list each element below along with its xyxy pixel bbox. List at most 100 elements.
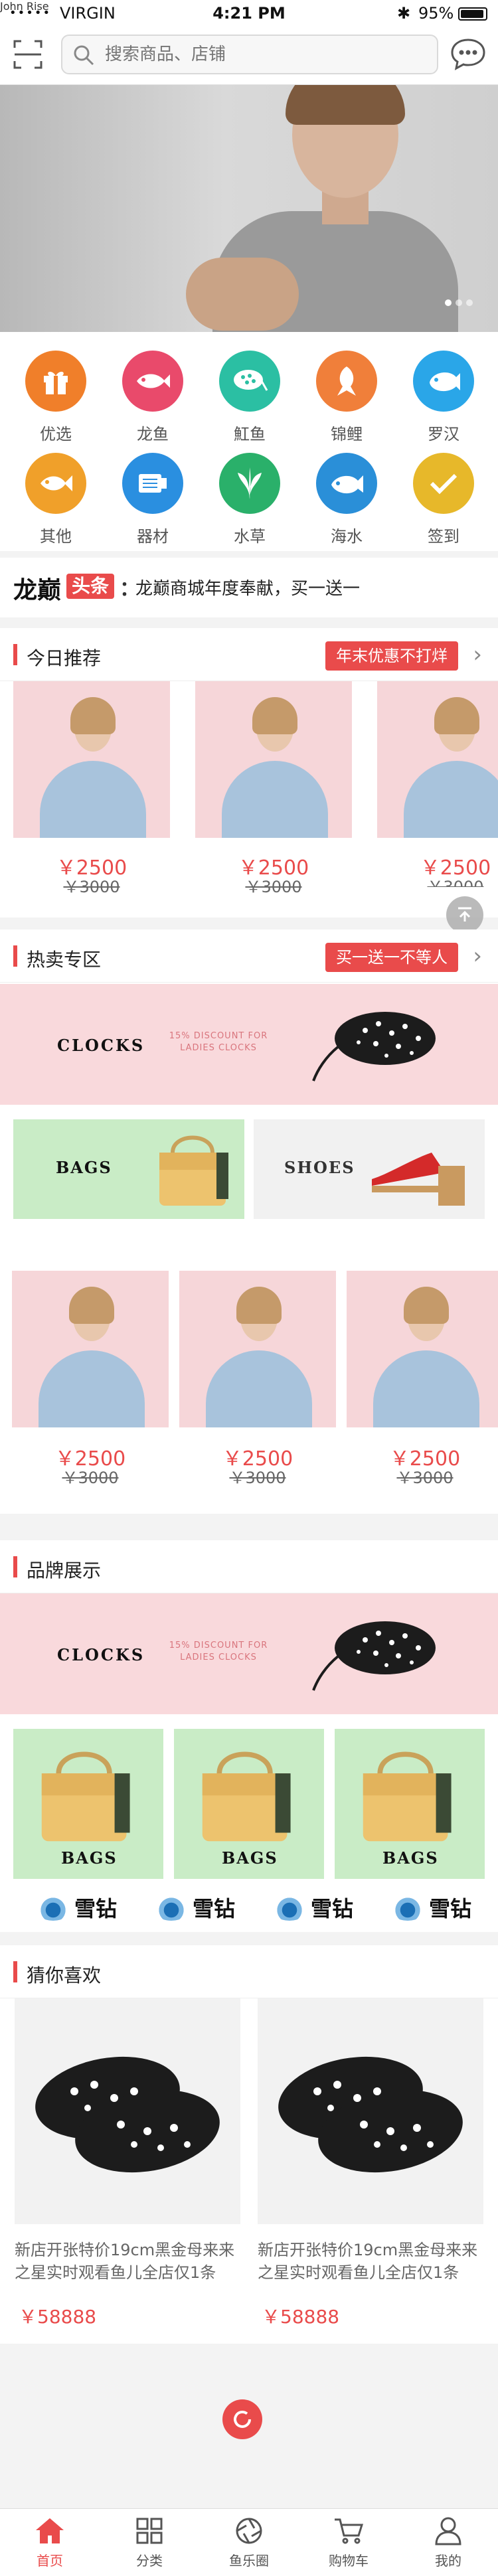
- category-label: 其他: [40, 527, 72, 546]
- clocks-banner[interactable]: CLOCKS 15% DISCOUNT FOR LADIES CLOCKS: [0, 984, 498, 1105]
- clocks-banner[interactable]: CLOCKS 15% DISCOUNT FOR LADIES CLOCKS: [0, 1593, 498, 1714]
- category-item[interactable]: 签到: [404, 453, 483, 552]
- shoes-label: SHOES: [284, 1158, 355, 1177]
- message-icon[interactable]: [450, 37, 486, 72]
- cart-icon: [299, 2514, 398, 2547]
- hero-banner[interactable]: [0, 85, 498, 332]
- handbag-graphic: [363, 1751, 452, 1842]
- carousel-dot[interactable]: [456, 299, 462, 306]
- checkin-icon: [413, 453, 474, 514]
- tab-home[interactable]: 首页: [0, 2514, 100, 2569]
- clocks-label: CLOCKS: [57, 1645, 145, 1664]
- category-item[interactable]: 优选: [16, 351, 96, 450]
- product-original-price: ￥3000: [63, 878, 120, 896]
- tab-label: 分类: [136, 2553, 163, 2569]
- section-title: 今日推荐: [27, 647, 102, 669]
- product-image: [347, 1271, 498, 1427]
- bags-label: BAGS: [61, 1848, 118, 1868]
- product-original-price: ￥3000: [229, 1469, 286, 1487]
- section-header: 热卖专区 买一送一不等人 ›: [0, 929, 498, 983]
- section-accent-bar: [13, 644, 17, 665]
- category-label: 锦鲤: [331, 425, 363, 443]
- tab-mine[interactable]: 我的: [398, 2514, 498, 2569]
- product-original-price: ￥3000: [245, 878, 302, 896]
- section-title: 热卖专区: [27, 949, 102, 971]
- brand-logo-text: 雪钻: [429, 1896, 472, 1921]
- product-image: [12, 1271, 169, 1427]
- category-label: 海水: [331, 527, 363, 546]
- section-accent-bar: [13, 1556, 17, 1577]
- category-label: 龙鱼: [137, 425, 169, 443]
- section-title: 品牌展示: [27, 1560, 102, 1581]
- product-image: [179, 1271, 336, 1427]
- chevron-right-icon[interactable]: ›: [473, 943, 482, 969]
- chevron-right-icon[interactable]: ›: [473, 641, 482, 668]
- product-description: 新店开张特价19cm黑金母来来之星实时观看鱼儿全店仅1条: [258, 2241, 478, 2282]
- tab-label: 购物车: [329, 2553, 369, 2569]
- app-root: ••••• VIRGIN 4:21 PM ✱ 95% John Rise 优: [0, 0, 498, 2576]
- tab-label: 我的: [435, 2553, 461, 2569]
- search-input[interactable]: [105, 41, 424, 68]
- category-label: 优选: [40, 425, 72, 443]
- bottom-tab-bar: 首页 分类 鱼乐圈 购物车 我的: [0, 2508, 498, 2576]
- back-to-top-button[interactable]: [446, 896, 483, 933]
- bluetooth-icon: ✱: [397, 4, 411, 23]
- product-card[interactable]: ￥2500 ￥3000: [13, 681, 170, 896]
- category-item[interactable]: 魟鱼: [210, 351, 290, 450]
- promo-badge[interactable]: 年末优惠不打烊: [325, 641, 458, 671]
- refresh-button[interactable]: [222, 2399, 262, 2439]
- carousel-dots[interactable]: [441, 296, 473, 309]
- product-card[interactable]: ￥2500 ￥3000: [377, 681, 498, 887]
- tab-cart[interactable]: 购物车: [299, 2514, 398, 2569]
- promo-badge[interactable]: 买一送一不等人: [325, 943, 458, 972]
- status-bar: ••••• VIRGIN 4:21 PM ✱ 95%: [0, 0, 498, 27]
- product-card[interactable]: ￥2500 ￥3000: [179, 1271, 336, 1487]
- headline-text[interactable]: 龙巅商城年度奉献，买一送一: [135, 575, 360, 600]
- stingray-graphic: [312, 1012, 436, 1082]
- brand-bag-card[interactable]: BAGS: [174, 1729, 324, 1879]
- bags-label: BAGS: [222, 1848, 278, 1868]
- carousel-dot[interactable]: [466, 299, 473, 306]
- aperture-icon: [199, 2514, 299, 2547]
- category-item[interactable]: 海水: [307, 453, 386, 552]
- marine-fish-icon: [316, 453, 377, 514]
- brand-logo[interactable]: 雪钻: [35, 1892, 117, 1923]
- shoes-banner[interactable]: SHOES: [254, 1119, 485, 1219]
- category-item[interactable]: 龙鱼: [113, 351, 193, 450]
- headline-news[interactable]: 龙巅 头条 ： 龙巅商城年度奉献，买一送一: [0, 558, 498, 617]
- search-box[interactable]: [61, 35, 438, 74]
- product-card[interactable]: ￥2500 ￥3000: [195, 681, 352, 896]
- brand-logo[interactable]: 雪钻: [271, 1892, 353, 1923]
- tab-category[interactable]: 分类: [100, 2514, 199, 2569]
- search-icon: [73, 44, 94, 68]
- product-image: [258, 1998, 483, 2224]
- user-icon: [398, 2514, 498, 2547]
- bags-banner[interactable]: BAGS: [13, 1119, 244, 1219]
- brand-bag-card[interactable]: BAGS: [13, 1729, 163, 1879]
- recommend-card[interactable]: 新店开张特价19cm黑金母来来之星实时观看鱼儿全店仅1条 ￥58888: [258, 1998, 483, 2330]
- brand-logo-icon: [35, 1894, 72, 1921]
- category-item[interactable]: 水草: [210, 453, 290, 552]
- product-image: [15, 1998, 240, 2224]
- category-item[interactable]: 器材: [113, 453, 193, 552]
- product-card[interactable]: ￥2500 ￥3000: [347, 1271, 498, 1487]
- product-price: ￥58888: [262, 2306, 340, 2328]
- scan-icon[interactable]: [13, 40, 42, 69]
- recommend-card[interactable]: 新店开张特价19cm黑金母来来之星实时观看鱼儿全店仅1条 ￥58888: [15, 1998, 240, 2330]
- product-description: 新店开张特价19cm黑金母来来之星实时观看鱼儿全店仅1条: [15, 2241, 235, 2282]
- brand-bag-card[interactable]: BAGS: [335, 1729, 485, 1879]
- home-icon: [0, 2514, 100, 2547]
- category-label: 罗汉: [428, 425, 459, 443]
- product-image: [195, 681, 352, 838]
- carousel-dot[interactable]: [445, 299, 452, 306]
- tab-community[interactable]: 鱼乐圈: [199, 2514, 299, 2569]
- category-item[interactable]: 其他: [16, 453, 96, 552]
- product-card[interactable]: ￥2500 ￥3000: [12, 1271, 169, 1487]
- category-item[interactable]: 罗汉: [404, 351, 483, 450]
- clocks-discount: 15% DISCOUNT FOR LADIES CLOCKS: [169, 1641, 268, 1662]
- category-label: 签到: [428, 527, 459, 546]
- brand-logo[interactable]: 雪钻: [153, 1892, 235, 1923]
- brand-logo[interactable]: 雪钻: [389, 1892, 471, 1923]
- arowana-icon: [122, 351, 183, 412]
- category-item[interactable]: 锦鲤: [307, 351, 386, 450]
